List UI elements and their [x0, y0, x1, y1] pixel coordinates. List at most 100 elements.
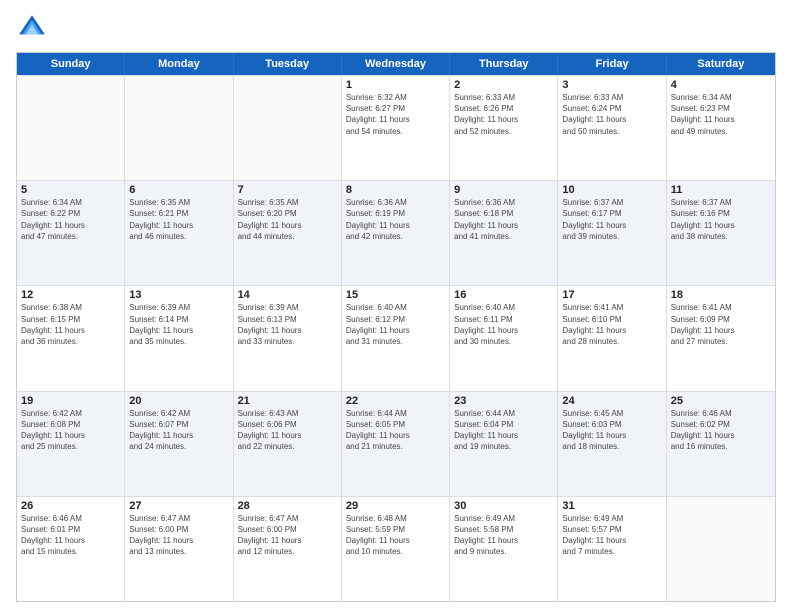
day-number: 17	[562, 289, 661, 301]
day-number: 11	[671, 184, 771, 196]
week-row-2: 5Sunrise: 6:34 AM Sunset: 6:22 PM Daylig…	[17, 180, 775, 285]
day-number: 25	[671, 395, 771, 407]
day-info: Sunrise: 6:45 AM Sunset: 6:03 PM Dayligh…	[562, 408, 661, 453]
day-number: 30	[454, 500, 553, 512]
week-row-3: 12Sunrise: 6:38 AM Sunset: 6:15 PM Dayli…	[17, 285, 775, 390]
day-cell: 4Sunrise: 6:34 AM Sunset: 6:23 PM Daylig…	[667, 76, 775, 180]
day-cell: 5Sunrise: 6:34 AM Sunset: 6:22 PM Daylig…	[17, 181, 125, 285]
day-info: Sunrise: 6:33 AM Sunset: 6:26 PM Dayligh…	[454, 92, 553, 137]
day-cell: 2Sunrise: 6:33 AM Sunset: 6:26 PM Daylig…	[450, 76, 558, 180]
day-cell: 17Sunrise: 6:41 AM Sunset: 6:10 PM Dayli…	[558, 286, 666, 390]
day-number: 18	[671, 289, 771, 301]
week-row-4: 19Sunrise: 6:42 AM Sunset: 6:08 PM Dayli…	[17, 391, 775, 496]
day-number: 1	[346, 79, 445, 91]
day-cell: 12Sunrise: 6:38 AM Sunset: 6:15 PM Dayli…	[17, 286, 125, 390]
day-cell: 3Sunrise: 6:33 AM Sunset: 6:24 PM Daylig…	[558, 76, 666, 180]
day-cell: 1Sunrise: 6:32 AM Sunset: 6:27 PM Daylig…	[342, 76, 450, 180]
day-info: Sunrise: 6:32 AM Sunset: 6:27 PM Dayligh…	[346, 92, 445, 137]
day-number: 2	[454, 79, 553, 91]
day-number: 5	[21, 184, 120, 196]
day-info: Sunrise: 6:35 AM Sunset: 6:21 PM Dayligh…	[129, 197, 228, 242]
day-cell: 8Sunrise: 6:36 AM Sunset: 6:19 PM Daylig…	[342, 181, 450, 285]
day-info: Sunrise: 6:42 AM Sunset: 6:08 PM Dayligh…	[21, 408, 120, 453]
day-info: Sunrise: 6:41 AM Sunset: 6:10 PM Dayligh…	[562, 302, 661, 347]
day-info: Sunrise: 6:39 AM Sunset: 6:13 PM Dayligh…	[238, 302, 337, 347]
day-number: 28	[238, 500, 337, 512]
day-cell: 13Sunrise: 6:39 AM Sunset: 6:14 PM Dayli…	[125, 286, 233, 390]
day-cell: 6Sunrise: 6:35 AM Sunset: 6:21 PM Daylig…	[125, 181, 233, 285]
day-cell: 21Sunrise: 6:43 AM Sunset: 6:06 PM Dayli…	[234, 392, 342, 496]
day-cell: 30Sunrise: 6:49 AM Sunset: 5:58 PM Dayli…	[450, 497, 558, 601]
header	[16, 12, 776, 44]
day-cell: 19Sunrise: 6:42 AM Sunset: 6:08 PM Dayli…	[17, 392, 125, 496]
day-info: Sunrise: 6:44 AM Sunset: 6:04 PM Dayligh…	[454, 408, 553, 453]
day-info: Sunrise: 6:47 AM Sunset: 6:00 PM Dayligh…	[129, 513, 228, 558]
day-cell: 18Sunrise: 6:41 AM Sunset: 6:09 PM Dayli…	[667, 286, 775, 390]
day-number: 13	[129, 289, 228, 301]
day-number: 8	[346, 184, 445, 196]
day-info: Sunrise: 6:44 AM Sunset: 6:05 PM Dayligh…	[346, 408, 445, 453]
day-headers: SundayMondayTuesdayWednesdayThursdayFrid…	[17, 53, 775, 75]
day-header-tuesday: Tuesday	[234, 53, 342, 75]
day-header-sunday: Sunday	[17, 53, 125, 75]
calendar-body: 1Sunrise: 6:32 AM Sunset: 6:27 PM Daylig…	[17, 75, 775, 601]
day-cell: 15Sunrise: 6:40 AM Sunset: 6:12 PM Dayli…	[342, 286, 450, 390]
day-cell: 27Sunrise: 6:47 AM Sunset: 6:00 PM Dayli…	[125, 497, 233, 601]
day-number: 19	[21, 395, 120, 407]
day-info: Sunrise: 6:33 AM Sunset: 6:24 PM Dayligh…	[562, 92, 661, 137]
day-cell: 7Sunrise: 6:35 AM Sunset: 6:20 PM Daylig…	[234, 181, 342, 285]
day-number: 3	[562, 79, 661, 91]
day-info: Sunrise: 6:34 AM Sunset: 6:23 PM Dayligh…	[671, 92, 771, 137]
day-cell: 20Sunrise: 6:42 AM Sunset: 6:07 PM Dayli…	[125, 392, 233, 496]
day-number: 29	[346, 500, 445, 512]
day-cell: 25Sunrise: 6:46 AM Sunset: 6:02 PM Dayli…	[667, 392, 775, 496]
day-number: 26	[21, 500, 120, 512]
day-number: 24	[562, 395, 661, 407]
day-cell: 28Sunrise: 6:47 AM Sunset: 6:00 PM Dayli…	[234, 497, 342, 601]
page: SundayMondayTuesdayWednesdayThursdayFrid…	[0, 0, 792, 612]
day-cell: 16Sunrise: 6:40 AM Sunset: 6:11 PM Dayli…	[450, 286, 558, 390]
day-header-wednesday: Wednesday	[342, 53, 450, 75]
week-row-5: 26Sunrise: 6:46 AM Sunset: 6:01 PM Dayli…	[17, 496, 775, 601]
day-number: 21	[238, 395, 337, 407]
day-info: Sunrise: 6:37 AM Sunset: 6:17 PM Dayligh…	[562, 197, 661, 242]
day-number: 27	[129, 500, 228, 512]
day-info: Sunrise: 6:37 AM Sunset: 6:16 PM Dayligh…	[671, 197, 771, 242]
day-info: Sunrise: 6:49 AM Sunset: 5:58 PM Dayligh…	[454, 513, 553, 558]
day-info: Sunrise: 6:38 AM Sunset: 6:15 PM Dayligh…	[21, 302, 120, 347]
day-info: Sunrise: 6:40 AM Sunset: 6:11 PM Dayligh…	[454, 302, 553, 347]
day-number: 14	[238, 289, 337, 301]
day-number: 7	[238, 184, 337, 196]
day-number: 6	[129, 184, 228, 196]
day-info: Sunrise: 6:40 AM Sunset: 6:12 PM Dayligh…	[346, 302, 445, 347]
day-info: Sunrise: 6:46 AM Sunset: 6:02 PM Dayligh…	[671, 408, 771, 453]
day-cell	[234, 76, 342, 180]
day-header-monday: Monday	[125, 53, 233, 75]
day-cell: 14Sunrise: 6:39 AM Sunset: 6:13 PM Dayli…	[234, 286, 342, 390]
calendar: SundayMondayTuesdayWednesdayThursdayFrid…	[16, 52, 776, 602]
day-header-friday: Friday	[558, 53, 666, 75]
day-number: 22	[346, 395, 445, 407]
day-number: 9	[454, 184, 553, 196]
day-info: Sunrise: 6:48 AM Sunset: 5:59 PM Dayligh…	[346, 513, 445, 558]
day-info: Sunrise: 6:39 AM Sunset: 6:14 PM Dayligh…	[129, 302, 228, 347]
day-cell: 24Sunrise: 6:45 AM Sunset: 6:03 PM Dayli…	[558, 392, 666, 496]
day-info: Sunrise: 6:42 AM Sunset: 6:07 PM Dayligh…	[129, 408, 228, 453]
day-cell: 9Sunrise: 6:36 AM Sunset: 6:18 PM Daylig…	[450, 181, 558, 285]
day-cell	[125, 76, 233, 180]
day-info: Sunrise: 6:46 AM Sunset: 6:01 PM Dayligh…	[21, 513, 120, 558]
day-info: Sunrise: 6:43 AM Sunset: 6:06 PM Dayligh…	[238, 408, 337, 453]
day-number: 23	[454, 395, 553, 407]
day-number: 20	[129, 395, 228, 407]
day-header-thursday: Thursday	[450, 53, 558, 75]
day-info: Sunrise: 6:41 AM Sunset: 6:09 PM Dayligh…	[671, 302, 771, 347]
day-cell: 10Sunrise: 6:37 AM Sunset: 6:17 PM Dayli…	[558, 181, 666, 285]
day-info: Sunrise: 6:36 AM Sunset: 6:18 PM Dayligh…	[454, 197, 553, 242]
day-number: 10	[562, 184, 661, 196]
day-number: 4	[671, 79, 771, 91]
day-info: Sunrise: 6:49 AM Sunset: 5:57 PM Dayligh…	[562, 513, 661, 558]
day-cell: 26Sunrise: 6:46 AM Sunset: 6:01 PM Dayli…	[17, 497, 125, 601]
day-cell: 11Sunrise: 6:37 AM Sunset: 6:16 PM Dayli…	[667, 181, 775, 285]
day-cell	[667, 497, 775, 601]
day-cell: 29Sunrise: 6:48 AM Sunset: 5:59 PM Dayli…	[342, 497, 450, 601]
